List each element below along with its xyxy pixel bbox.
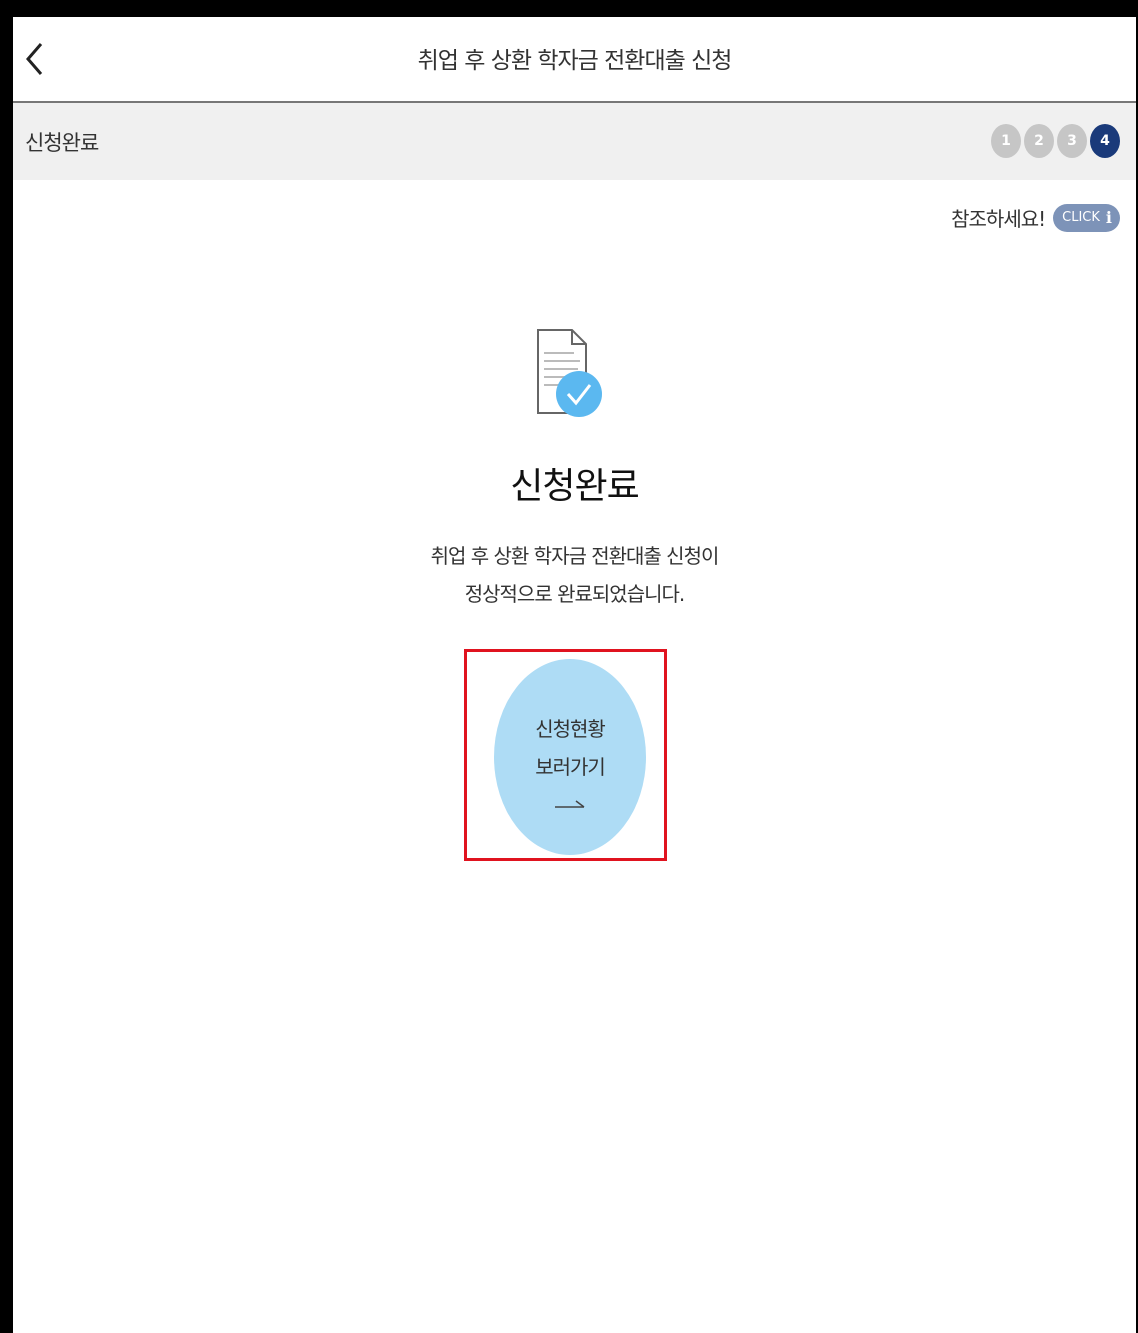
click-label: CLICK: [1062, 210, 1100, 225]
status-button-label-2: 보러가기: [535, 755, 606, 779]
completion-title: 신청완료: [510, 466, 639, 507]
back-button[interactable]: [13, 31, 57, 87]
step-1: 1: [991, 124, 1021, 158]
device-frame: 취업 후 상환 학자금 전환대출 신청 신청완료 1 2 3 4 참조하세요! …: [3, 4, 1138, 1333]
arrow-right-icon: [555, 800, 585, 808]
step-4-active: 4: [1090, 124, 1120, 158]
step-indicator: 1 2 3 4: [991, 124, 1120, 158]
click-info-button[interactable]: CLICK i: [1053, 203, 1120, 232]
completion-message: 취업 후 상환 학자금 전환대출 신청이 정상적으로 완료되었습니다.: [13, 537, 1136, 613]
completion-message-line-1: 취업 후 상환 학자금 전환대출 신청이: [430, 544, 720, 568]
help-reference: 참조하세요! CLICK i: [951, 203, 1120, 232]
status-button-label-1: 신청현황: [535, 717, 606, 741]
step-label: 신청완료: [25, 131, 99, 155]
chevron-left-icon: [26, 43, 43, 75]
top-header: 취업 후 상환 학자금 전환대출 신청: [13, 17, 1136, 103]
page-title: 취업 후 상환 학자금 전환대출 신청: [417, 48, 733, 74]
step-bar: 신청완료 1 2 3 4: [13, 103, 1136, 180]
step-3: 3: [1057, 124, 1087, 158]
completion-message-line-2: 정상적으로 완료되었습니다.: [464, 582, 686, 606]
app-screen: 취업 후 상환 학자금 전환대출 신청 신청완료 1 2 3 4 참조하세요! …: [13, 17, 1136, 1333]
view-application-status-button[interactable]: 신청현황 보러가기: [494, 659, 646, 855]
info-icon: i: [1105, 208, 1112, 227]
step-2: 2: [1024, 124, 1054, 158]
document-check-icon: [537, 329, 602, 417]
help-text: 참조하세요!: [951, 207, 1046, 231]
